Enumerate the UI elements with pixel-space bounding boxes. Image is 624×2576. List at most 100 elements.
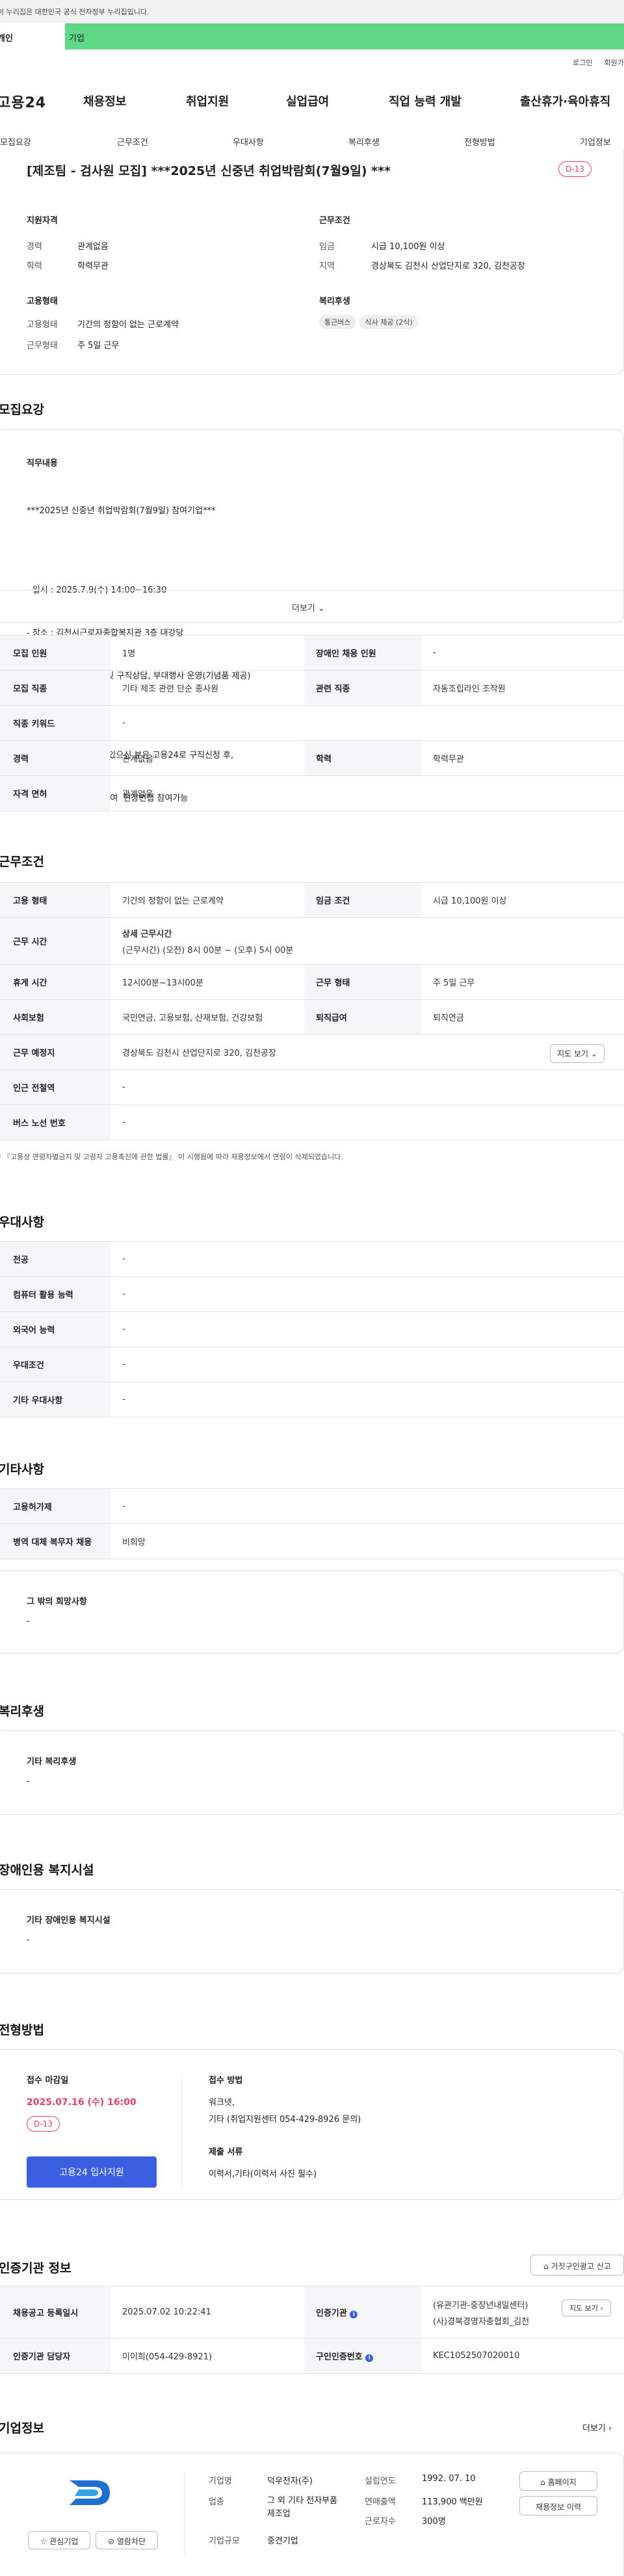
- process-divider: [181, 2073, 182, 2188]
- table-cell: 이이희(054-429-8921): [110, 2338, 304, 2374]
- table-header: 기타 우대사항: [0, 1382, 110, 1417]
- process-card: 접수 마감일 2025.07.16 (수) 16:00 D-13 고용24 입사…: [0, 2049, 624, 2200]
- tab-individual[interactable]: 개인: [0, 23, 65, 49]
- gnb-menu-leave[interactable]: 출산휴가·육아휴직: [520, 92, 610, 109]
- gnb-menu-jobs[interactable]: 채용정보: [83, 92, 126, 109]
- gov-banner-text: 이 누리집은 대한민국 공식 전자정부 누리집입니다.: [0, 8, 150, 16]
- report-button[interactable]: ⌂ 거짓구인광고 신고: [530, 2255, 624, 2275]
- etc-section-title: 기타사항: [0, 1462, 44, 1477]
- table-header: 근무 시간: [0, 917, 110, 965]
- table-header: 휴게 시간: [0, 964, 110, 1000]
- company-section-title: 기업정보: [0, 2421, 44, 2435]
- table-row: 사회보험 국민연금, 고용보험, 산재보험, 건강보험 퇴직급여 퇴직연금: [0, 999, 624, 1035]
- section-nav-recruit[interactable]: 모집요강: [0, 135, 31, 148]
- apply-button[interactable]: 고용24 입사지원: [27, 2156, 157, 2188]
- org-map-button[interactable]: 지도 보기 ›: [562, 2300, 611, 2316]
- process-section-title: 전형방법: [0, 2023, 44, 2037]
- employ-type-value: 기간의 정함이 없는 근로계약: [77, 320, 179, 330]
- edu-label: 학력: [27, 262, 42, 271]
- table-cell: -: [421, 635, 624, 671]
- table-row: 휴게 시간 12시00분~13시00분 근무 형태 주 5일 근무: [0, 964, 624, 1000]
- gnb-menu-benefit[interactable]: 실업급여: [286, 92, 329, 109]
- table-row: 전공 -: [0, 1241, 624, 1277]
- company-name-label: 기업명: [209, 2476, 232, 2486]
- table-cell: -: [110, 1488, 624, 1524]
- table-header: 고용 형태: [0, 882, 110, 918]
- sales-label: 연매출액: [365, 2497, 396, 2507]
- tab-company[interactable]: 기업: [65, 23, 624, 49]
- section-nav-company[interactable]: 기업정보: [580, 135, 611, 148]
- company-more-link[interactable]: 더보기 ›: [582, 2421, 612, 2434]
- table-cell: -: [110, 1311, 624, 1347]
- table-header: 인증기관 i: [304, 2286, 421, 2339]
- industry-label: 업종: [209, 2497, 224, 2507]
- deadline-value: 2025.07.16 (수) 16:00: [27, 2097, 136, 2108]
- recruit-section-title: 모집요강: [0, 403, 44, 417]
- welfare-tag: 식사 제공 (2식): [359, 315, 418, 329]
- staff-value: 300명: [422, 2517, 446, 2527]
- homepage-button[interactable]: ⌂ 홈페이지: [519, 2471, 597, 2491]
- history-button[interactable]: 채용정보 이력: [519, 2496, 597, 2516]
- chevron-down-icon: ⌄: [590, 1049, 597, 1058]
- welfare-box-value: -: [27, 1777, 30, 1786]
- company-size-value: 중견기업: [267, 2536, 298, 2546]
- info-icon[interactable]: i: [350, 2311, 358, 2318]
- chevron-right-icon: ›: [600, 2304, 603, 2313]
- disability-section-title: 장애인용 복지시설: [0, 1863, 94, 1877]
- duty-line: [27, 547, 251, 555]
- gnb-menu-training[interactable]: 직업 능력 개발: [389, 92, 462, 109]
- table-cell: 관계없음: [110, 740, 304, 776]
- table-header: 사회보험: [0, 999, 110, 1035]
- job-summary-card: [제조팀 - 검사원 모집] ***2025년 신중년 취업박람회(7월9일) …: [0, 150, 624, 375]
- table-cell: -: [110, 1347, 624, 1382]
- table-cell: -: [110, 1276, 624, 1312]
- table-cell: 경상북도 김천시 산업단지로 320, 김천공장 지도 보기 ⌄: [110, 1034, 624, 1070]
- map-button[interactable]: 지도 보기 ⌄: [550, 1044, 604, 1063]
- global-nav: 고용24 채용정보 취업지원 실업급여 직업 능력 개발 출산휴가·육아휴직: [0, 88, 624, 111]
- table-header: 근무 형태: [304, 964, 421, 1000]
- home-icon: ⌂: [543, 2262, 549, 2271]
- table-row: 고용 형태 기간의 정함이 없는 근로계약 임금 조건 시급 10,100원 이…: [0, 882, 624, 918]
- company-logo: [64, 2476, 116, 2509]
- cond-title: 근무조건: [319, 216, 350, 226]
- section-nav-process[interactable]: 전형방법: [464, 135, 495, 148]
- table-cell: -: [110, 1241, 624, 1277]
- table-header: 우대조건: [0, 1347, 110, 1382]
- table-row: 근무 예정지 경상북도 김천시 산업단지로 320, 김천공장 지도 보기 ⌄: [0, 1034, 624, 1070]
- deadline-title: 접수 마감일: [27, 2076, 69, 2086]
- table-header: 임금 조건: [304, 882, 421, 918]
- site-logo[interactable]: 고용24: [0, 91, 46, 112]
- table-row: 기타 우대사항 -: [0, 1382, 624, 1417]
- welfare-title: 복리후생: [319, 297, 350, 306]
- login-link[interactable]: 로그인: [573, 59, 592, 67]
- table-cell: 2025.07.02 10:22:41: [110, 2286, 304, 2339]
- section-nav-work[interactable]: 근무조건: [117, 135, 148, 148]
- table-header: 근무 예정지: [0, 1034, 110, 1070]
- duty-card: 직무내용 ***2025년 신중년 취업박람회(7월9일) 참여기업*** - …: [0, 429, 624, 803]
- section-nav-pref[interactable]: 우대사항: [233, 135, 264, 148]
- other-wish-value: -: [27, 1617, 30, 1626]
- table-cell: 12시00분~13시00분: [110, 964, 304, 1000]
- table-header: 구인인증번호 i: [304, 2338, 421, 2374]
- gov-banner: 이 누리집은 대한민국 공식 전자정부 누리집입니다.: [0, 0, 624, 23]
- info-icon[interactable]: i: [365, 2354, 374, 2362]
- gnb-menu-support[interactable]: 취업지원: [186, 92, 229, 109]
- table-row: 고용허가제 -: [0, 1488, 624, 1524]
- section-nav-welfare[interactable]: 복리후생: [348, 135, 380, 148]
- join-link[interactable]: 회원가입: [604, 59, 624, 67]
- table-header: 컴퓨터 활용 능력: [0, 1276, 110, 1312]
- qualification-title: 지원자격: [27, 216, 58, 226]
- table-cell: (유관기관-중장년내일센터) (사)경북경영자총협회_김천 지도 보기 ›: [421, 2286, 624, 2339]
- table-header: 모집 인원: [0, 635, 110, 671]
- table-cell: 기간의 정함이 없는 근로계약: [110, 882, 304, 918]
- table-row: 경력 관계없음 학력 학력무관: [0, 740, 624, 776]
- table-row: 모집 직종 기타 제조 관련 단순 종사원 관련 직종 자동조립라인 조작원: [0, 670, 624, 706]
- chevron-right-icon: ›: [608, 2424, 612, 2434]
- utility-links: 로그인 회원가입: [561, 57, 624, 68]
- fav-company-button[interactable]: ☆ 관심기업: [28, 2531, 90, 2549]
- employ-type-label: 고용형태: [27, 320, 58, 330]
- more-button[interactable]: 더보기 ⌄: [292, 601, 325, 613]
- table-row: 자격 면허 관계없음: [0, 775, 624, 811]
- wage-value: 시급 10,100원 이상: [371, 242, 445, 252]
- block-company-button[interactable]: ⊘ 열람차단: [96, 2531, 158, 2549]
